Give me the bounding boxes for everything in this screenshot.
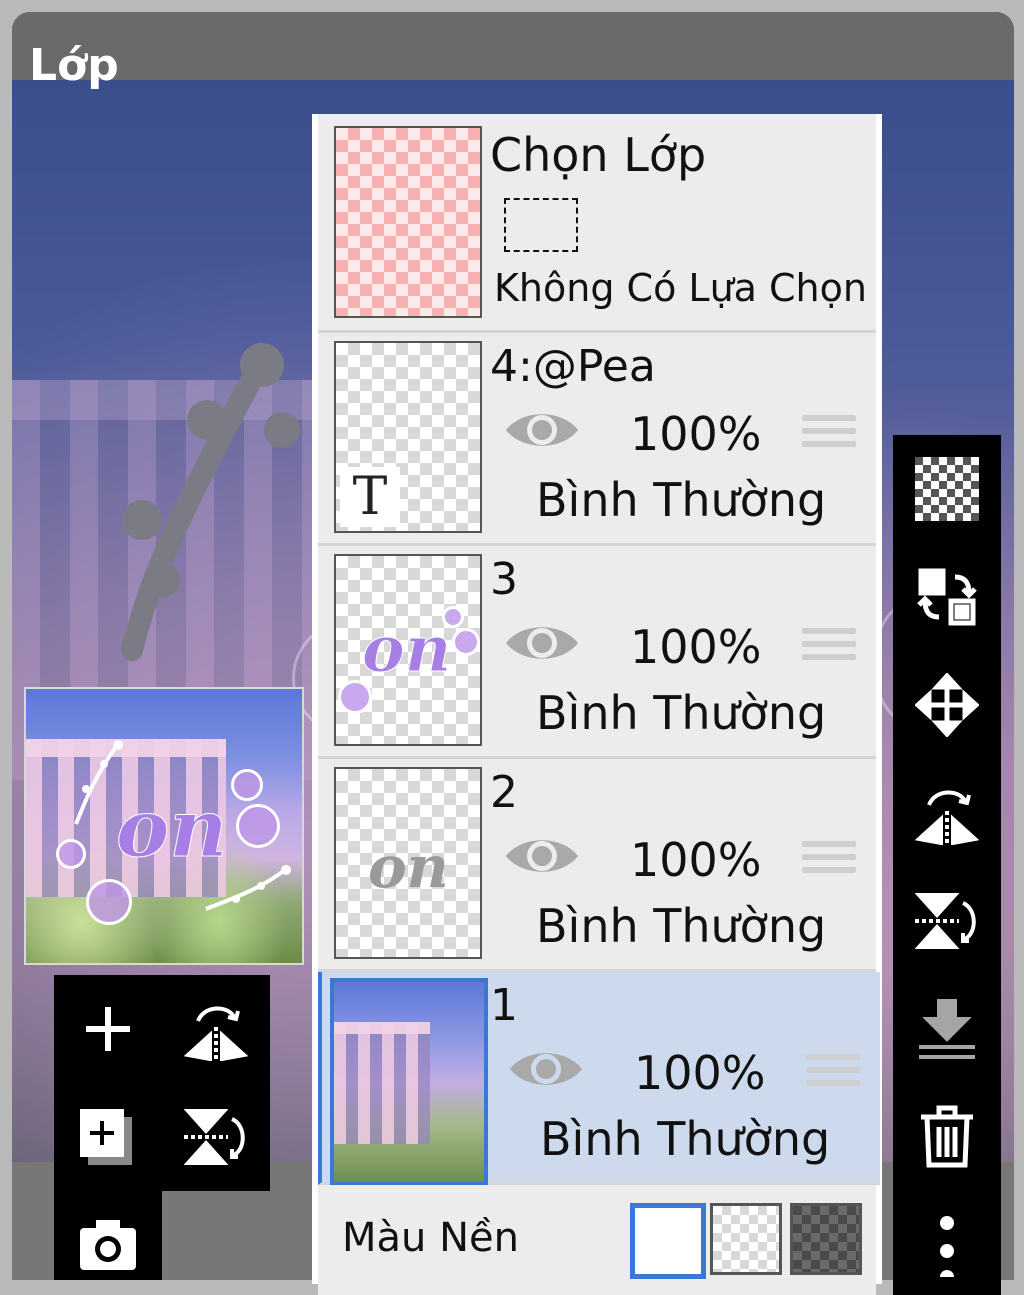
more-icon[interactable] (915, 1213, 979, 1284)
flip-horizontal-icon[interactable] (914, 781, 980, 846)
background-color-row: Màu Nền (318, 1185, 876, 1295)
selection-layer-thumbnail (334, 126, 482, 318)
flip-vertical-icon[interactable] (183, 1105, 248, 1169)
thumb-temple (334, 1022, 430, 1144)
layer-thumbnail (330, 978, 488, 1186)
layer-row[interactable]: T 4:@Pea 100% Bình Thường (318, 333, 876, 546)
right-toolbar (893, 435, 1001, 1295)
add-layer-icon[interactable] (76, 997, 140, 1061)
flip-vertical-icon[interactable] (914, 889, 979, 953)
thumb-circle (442, 606, 464, 628)
preview-text: on (116, 781, 229, 876)
drag-handle-icon[interactable] (802, 415, 856, 454)
layer-blend-mode[interactable]: Bình Thường (536, 686, 826, 740)
eye-visibility-icon[interactable] (508, 1044, 584, 1094)
selection-layer-row[interactable]: Chọn Lớp Không Có Lựa Chọn (318, 114, 876, 333)
layer-blend-mode[interactable]: Bình Thường (540, 1112, 830, 1166)
layer-name: 4:@Pea (490, 341, 656, 392)
layer-row-selected[interactable]: 1 100% Bình Thường (318, 972, 880, 1186)
drag-handle-icon[interactable] (802, 628, 856, 667)
preview-circle (231, 769, 263, 801)
eye-visibility-icon[interactable] (504, 831, 580, 881)
preview-branch (74, 740, 123, 825)
layer-thumbnail: T (334, 341, 482, 533)
swap-layer-icon[interactable] (915, 565, 979, 629)
selection-marquee-icon (504, 198, 578, 252)
add-layer-copy-icon[interactable] (76, 1105, 140, 1169)
thumb-circle (338, 680, 372, 714)
selection-status: Không Có Lựa Chọn (494, 266, 867, 310)
header-bar: Lớp (12, 12, 1014, 91)
layer-name: 3 (490, 554, 518, 605)
left-toolbar-bottom (54, 1190, 162, 1280)
camera-icon[interactable] (76, 1212, 140, 1276)
layer-row[interactable]: on 2 100% Bình Thường (318, 759, 876, 972)
layer-thumbnail-text: on (368, 833, 449, 901)
layer-opacity[interactable]: 100% (630, 620, 762, 674)
page-title: Lớp (29, 40, 119, 91)
preview-circle (236, 804, 280, 848)
preview-circle (56, 839, 86, 869)
flip-horizontal-icon[interactable] (183, 997, 249, 1062)
layer-thumbnail-text: on (361, 612, 452, 688)
thumb-circle (452, 628, 480, 656)
preview-branch (205, 865, 291, 911)
layer-thumbnail: on (334, 554, 482, 746)
eye-visibility-icon[interactable] (504, 405, 580, 455)
background-dark-checker-swatch[interactable] (790, 1203, 862, 1275)
drag-handle-icon[interactable] (802, 841, 856, 880)
layer-row[interactable]: on 3 100% Bình Thường (318, 546, 876, 759)
layer-blend-mode[interactable]: Bình Thường (536, 899, 826, 953)
background-color-label: Màu Nền (342, 1215, 519, 1261)
preview-artwork: on (26, 689, 302, 963)
merge-down-icon[interactable] (915, 997, 979, 1061)
background-white-swatch[interactable] (630, 1203, 706, 1279)
selection-layer-title: Chọn Lớp (490, 128, 707, 182)
transparency-checker-icon[interactable] (915, 457, 979, 521)
layer-thumbnail: on (334, 767, 482, 959)
move-icon[interactable] (914, 672, 980, 738)
trash-icon[interactable] (915, 1105, 979, 1169)
layer-name: 2 (490, 767, 518, 818)
layer-opacity[interactable]: 100% (634, 1046, 766, 1100)
left-toolbar (54, 975, 270, 1191)
eye-visibility-icon[interactable] (504, 618, 580, 668)
layer-blend-mode[interactable]: Bình Thường (536, 473, 826, 527)
canvas-preview[interactable]: on (24, 687, 304, 965)
layer-name: 1 (490, 980, 518, 1031)
drag-handle-icon[interactable] (806, 1054, 860, 1093)
layer-opacity[interactable]: 100% (630, 833, 762, 887)
layer-opacity[interactable]: 100% (630, 407, 762, 461)
text-layer-badge: T (340, 467, 400, 527)
preview-circle (86, 879, 132, 925)
branch-decoration (121, 343, 300, 661)
background-transparent-swatch[interactable] (710, 1203, 782, 1275)
layer-panel: Chọn Lớp Không Có Lựa Chọn T 4:@Pea 100%… (312, 114, 882, 1295)
